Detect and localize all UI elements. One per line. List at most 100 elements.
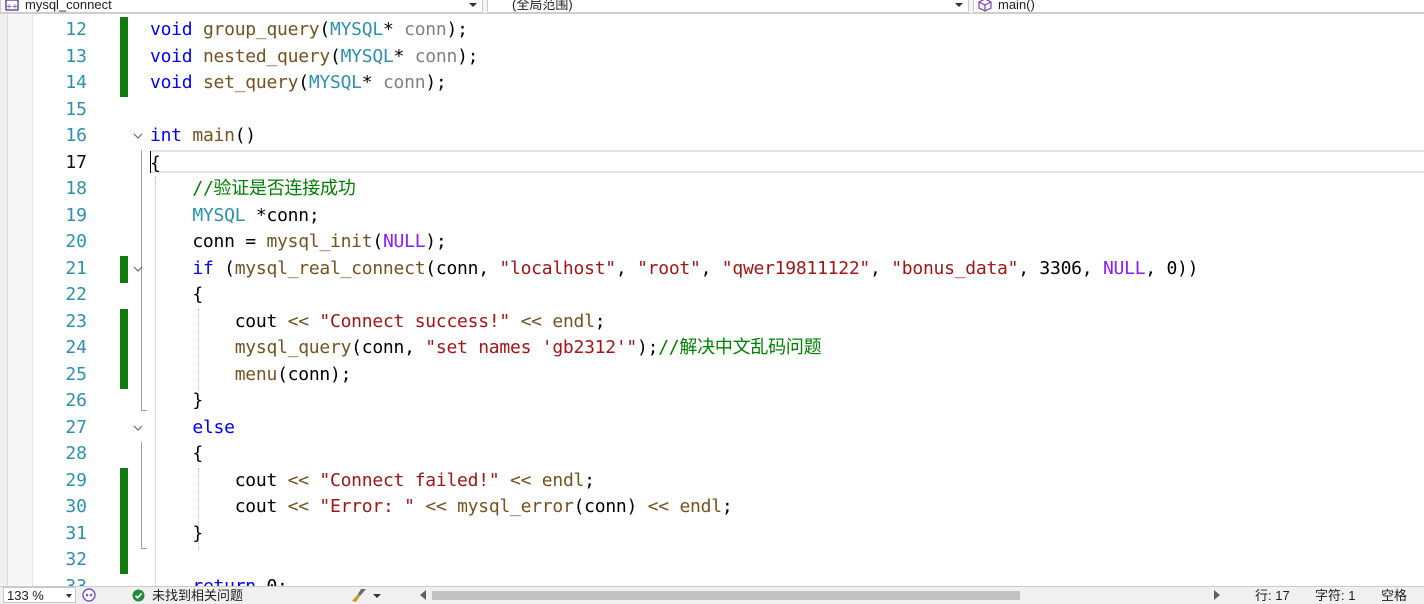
code-token: (	[298, 72, 309, 93]
scroll-left-icon[interactable]	[420, 590, 426, 600]
code-token: ;	[594, 310, 606, 332]
scroll-right-icon[interactable]	[1214, 590, 1220, 600]
zoom-dropdown[interactable]: 133 %	[3, 587, 76, 603]
code-token: void	[150, 45, 203, 67]
code-line[interactable]: 27 else	[0, 415, 1424, 442]
code-token: (conn,	[351, 337, 426, 358]
change-marker	[120, 547, 128, 574]
code-line[interactable]: 26 }	[0, 388, 1424, 415]
code-text: MYSQL *conn;	[150, 204, 319, 228]
code-token: (	[372, 231, 383, 252]
line-number: 29	[65, 469, 87, 491]
cursor-line[interactable]: 行: 17	[1255, 587, 1290, 604]
code-token: ;	[584, 469, 595, 491]
code-token: (	[224, 257, 235, 279]
code-line[interactable]: 17 {	[0, 150, 1424, 177]
project-dropdown[interactable]: ++ mysql_connect	[0, 0, 483, 13]
project-dropdown-label: mysql_connect	[25, 0, 112, 12]
code-line[interactable]: 21 if (mysql_real_connect(conn, "localho…	[0, 255, 1424, 283]
line-number: 26	[65, 390, 87, 411]
code-line[interactable]: 20 conn = mysql_init(NULL);	[0, 229, 1424, 256]
line-number: 20	[65, 231, 87, 252]
change-marker	[120, 43, 128, 71]
code-token: "Error: "	[319, 496, 415, 517]
chevron-down-icon[interactable]	[373, 594, 381, 598]
line-number: 16	[65, 125, 87, 146]
code-line[interactable]: 28 {	[0, 441, 1424, 468]
code-line[interactable]: 16 int main()	[0, 123, 1424, 150]
code-line[interactable]: 14 void set_query(MYSQL* conn);	[0, 70, 1424, 97]
line-number: 15	[65, 98, 87, 120]
copilot-icon[interactable]	[82, 588, 96, 602]
code-line[interactable]: 33 return 0;	[0, 574, 1424, 587]
code-line[interactable]: 24 mysql_query(conn, "set names 'gb2312'…	[0, 335, 1424, 362]
code-token: (conn,	[425, 257, 500, 279]
change-marker	[120, 361, 128, 389]
code-line[interactable]: 22 {	[0, 282, 1424, 309]
fold-chevron-icon[interactable]	[133, 131, 143, 141]
change-marker	[120, 255, 128, 283]
whitespace-mode[interactable]: 空格	[1381, 587, 1407, 604]
code-token: {	[150, 152, 161, 174]
code-token: (	[329, 45, 341, 67]
code-line[interactable]: 18 //验证是否连接成功	[0, 176, 1424, 203]
horizontal-scrollbar-thumb[interactable]	[432, 591, 1020, 600]
code-line[interactable]: 13 void nested_query(MYSQL* conn);	[0, 43, 1424, 71]
status-bar: 133 % 未找到相关问题 行: 17 字符: 1 空格	[0, 586, 1424, 604]
line-number: 33	[65, 575, 87, 587]
code-editor[interactable]: 12 void group_query(MYSQL* conn); 13 void n…	[0, 14, 1424, 586]
line-number: 18	[65, 178, 87, 199]
code-line[interactable]: 30 cout << "Error: " << mysql_error(conn…	[0, 494, 1424, 521]
line-number: 12	[65, 19, 87, 40]
line-number: 25	[65, 363, 87, 385]
member-dropdown-label: main()	[998, 0, 1035, 12]
code-line[interactable]: 25 menu(conn);	[0, 361, 1424, 389]
scope-dropdown-label: (全局范围)	[512, 0, 573, 12]
code-token: void	[150, 19, 203, 40]
code-line[interactable]: 12 void group_query(MYSQL* conn);	[0, 17, 1424, 44]
code-token: <<	[520, 310, 542, 332]
code-token: *	[393, 45, 415, 67]
code-token: );	[425, 72, 447, 93]
code-token: mysql_init	[266, 231, 373, 252]
line-number: 30	[65, 496, 87, 517]
code-token: conn	[404, 19, 447, 40]
code-token: ,	[870, 257, 892, 279]
code-token: void	[150, 72, 203, 93]
cursor-column[interactable]: 字符: 1	[1315, 587, 1355, 604]
member-dropdown[interactable]: main()	[973, 0, 1424, 13]
code-token: NULL	[382, 231, 426, 252]
code-token: mysql_real_connect	[234, 257, 426, 279]
line-number: 17	[65, 151, 87, 173]
code-line[interactable]: 29 cout << "Connect failed!" << endl;	[0, 467, 1424, 495]
code-text: cout << "Connect failed!" << endl;	[150, 469, 595, 493]
fold-chevron-icon[interactable]	[133, 264, 143, 274]
code-token: <<	[647, 496, 669, 517]
code-text: cout << "Connect success!" << endl;	[150, 310, 606, 334]
code-line[interactable]: 23 cout << "Connect success!" << endl;	[0, 308, 1424, 336]
code-line[interactable]: 19 MYSQL *conn;	[0, 203, 1424, 230]
line-number: 13	[65, 45, 87, 67]
code-text: }	[150, 522, 203, 546]
issues-status[interactable]: 未找到相关问题	[152, 587, 243, 604]
code-text: }	[150, 389, 203, 413]
line-number: 14	[65, 72, 87, 93]
fold-chevron-icon[interactable]	[133, 423, 143, 433]
code-token: set_query	[202, 72, 299, 93]
code-token: <<	[287, 496, 309, 517]
code-line[interactable]: 15	[0, 97, 1424, 124]
code-token: <<	[287, 469, 309, 491]
code-cleanup-brush-icon[interactable]	[351, 588, 369, 603]
code-line[interactable]: 32	[0, 547, 1424, 574]
scope-dropdown[interactable]: (全局范围)	[487, 0, 969, 13]
code-token: );	[425, 231, 447, 252]
code-text: cout << "Error: " << mysql_error(conn) <…	[150, 495, 733, 519]
code-line[interactable]: 31 }	[0, 520, 1424, 548]
code-token: endl	[552, 310, 595, 332]
